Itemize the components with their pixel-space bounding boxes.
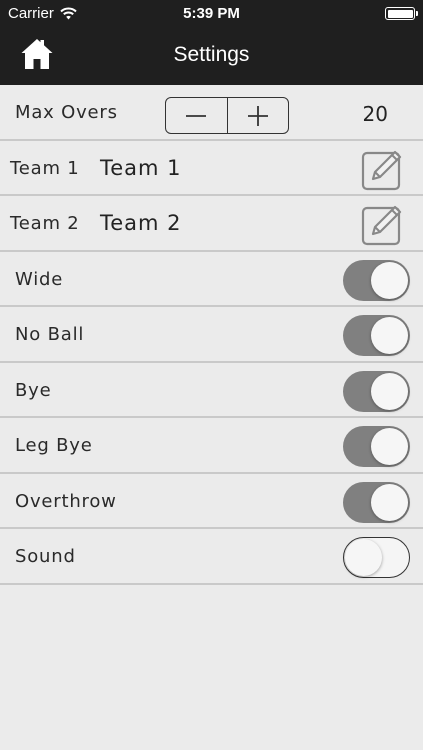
- team-1-label: Team 1: [10, 157, 80, 179]
- toggle-row-sound: Sound: [0, 529, 423, 585]
- leg-bye-label: Leg Bye: [15, 435, 93, 456]
- no-ball-label: No Ball: [15, 324, 85, 345]
- toggle-knob: [371, 483, 408, 521]
- toggle-knob: [371, 261, 408, 299]
- leg-bye-toggle[interactable]: [343, 426, 410, 467]
- wide-toggle[interactable]: [343, 259, 410, 301]
- navigation-bar: Settings: [0, 28, 423, 85]
- team-2-label: Team 2: [10, 213, 80, 234]
- toggle-knob: [371, 317, 408, 354]
- bye-label: Bye: [15, 379, 52, 401]
- sound-label: Sound: [15, 546, 76, 567]
- overthrow-toggle[interactable]: [343, 481, 410, 523]
- edit-icon[interactable]: [361, 147, 405, 191]
- toggle-row-wide: Wide: [0, 251, 423, 307]
- page-title: Settings: [173, 43, 250, 66]
- toggle-row-leg-bye: Leg Bye: [0, 418, 423, 474]
- toggle-row-no-ball: No Ball: [0, 307, 423, 363]
- wide-label: Wide: [15, 268, 64, 290]
- no-ball-toggle[interactable]: [343, 315, 410, 356]
- decrement-button[interactable]: [166, 98, 227, 133]
- max-overs-value: 20: [362, 102, 388, 126]
- team-2-name: Team 2: [100, 211, 182, 235]
- team-2-row: Team 2 Team 2: [0, 196, 423, 252]
- overthrow-label: Overthrow: [15, 490, 117, 512]
- minus-icon: [186, 114, 207, 117]
- sound-toggle[interactable]: [343, 537, 410, 578]
- toggle-row-overthrow: Overthrow: [0, 473, 423, 529]
- toggle-row-bye: Bye: [0, 362, 423, 418]
- max-overs-row: Max Overs 20: [0, 85, 423, 141]
- max-overs-stepper: [165, 97, 289, 134]
- status-bar: Carrier 5:39 PM: [0, 0, 423, 28]
- settings-list: Max Overs 20 Team 1 Team 1 Team 2 Team 2…: [0, 85, 423, 585]
- battery-icon: [385, 7, 418, 20]
- toggle-knob: [345, 538, 382, 576]
- team-1-name: Team 1: [100, 155, 182, 180]
- plus-icon: [247, 105, 268, 126]
- toggle-knob: [371, 428, 408, 465]
- max-overs-label: Max Overs: [15, 102, 118, 123]
- bye-toggle[interactable]: [343, 370, 410, 412]
- increment-button[interactable]: [226, 98, 289, 133]
- status-time: 5:39 PM: [183, 5, 240, 22]
- toggle-knob: [371, 372, 408, 410]
- team-1-row: Team 1 Team 1: [0, 140, 423, 196]
- edit-icon[interactable]: [361, 202, 405, 246]
